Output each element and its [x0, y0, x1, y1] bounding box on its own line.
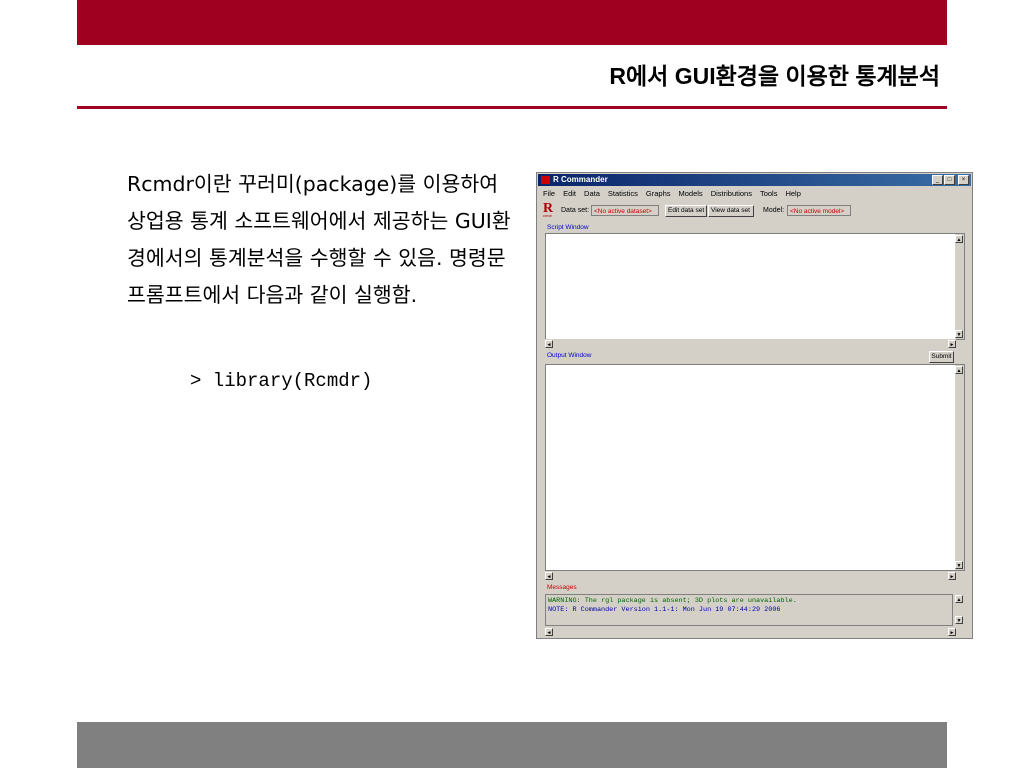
- view-dataset-button[interactable]: View data set: [708, 205, 754, 217]
- menu-statistics[interactable]: Statistics: [608, 189, 638, 198]
- menu-graphs[interactable]: Graphs: [646, 189, 671, 198]
- menu-distributions[interactable]: Distributions: [711, 189, 752, 198]
- rcmdr-logo: R cmdr: [541, 201, 557, 219]
- header-bar: [77, 0, 947, 45]
- messages-window[interactable]: WARNING: The rgl package is absent; 3D p…: [545, 594, 953, 626]
- script-window-label: Script Window: [547, 224, 589, 231]
- menu-data[interactable]: Data: [584, 189, 600, 198]
- r-commander-window: R Commander _ □ × File Edit Data Statist…: [536, 172, 973, 639]
- scroll-right-icon[interactable]: ►: [948, 572, 956, 580]
- model-label: Model:: [763, 207, 785, 214]
- scroll-down-icon[interactable]: ▼: [955, 616, 963, 624]
- messages-horizontal-scrollbar[interactable]: ◄ ►: [545, 627, 956, 637]
- slide-title: R에서 GUI환경을 이용한 통계분석: [609, 63, 940, 89]
- script-vertical-scrollbar[interactable]: ▲ ▼: [955, 234, 964, 339]
- scroll-up-icon[interactable]: ▲: [955, 235, 963, 243]
- dataset-label: Data set:: [561, 207, 590, 214]
- code-example: > library(Rcmdr): [190, 370, 373, 392]
- note-message: NOTE: R Commander Version 1.1-1: Mon Jun…: [548, 606, 781, 614]
- menu-models[interactable]: Models: [679, 189, 703, 198]
- output-window[interactable]: ▲ ▼: [545, 364, 965, 571]
- messages-label: Messages: [547, 584, 577, 591]
- title-divider: [77, 106, 947, 109]
- menu-file[interactable]: File: [543, 189, 555, 198]
- menu-edit[interactable]: Edit: [563, 189, 576, 198]
- edit-dataset-button[interactable]: Edit data set: [665, 205, 707, 217]
- toolbar: R cmdr Data set: <No active dataset> Edi…: [541, 201, 968, 219]
- footer-bar: [77, 722, 947, 768]
- scroll-down-icon[interactable]: ▼: [955, 561, 963, 569]
- slide-body-text: Rcmdr이란 꾸러미(package)를 이용하여 상업용 통계 소프트웨어에…: [127, 172, 511, 307]
- script-horizontal-scrollbar[interactable]: ◄ ►: [545, 339, 956, 349]
- scroll-left-icon[interactable]: ◄: [545, 628, 553, 636]
- menu-tools[interactable]: Tools: [760, 189, 778, 198]
- r-app-icon: [541, 176, 550, 184]
- scroll-left-icon[interactable]: ◄: [545, 340, 553, 348]
- scroll-right-icon[interactable]: ►: [948, 340, 956, 348]
- maximize-button[interactable]: □: [944, 175, 955, 185]
- window-title: R Commander: [553, 175, 608, 184]
- menu-bar: File Edit Data Statistics Graphs Models …: [543, 189, 801, 198]
- output-horizontal-scrollbar[interactable]: ◄ ►: [545, 571, 956, 581]
- logo-subtext: cmdr: [543, 213, 552, 218]
- close-button[interactable]: ×: [958, 175, 969, 185]
- submit-button[interactable]: Submit: [929, 351, 954, 363]
- scroll-up-icon[interactable]: ▲: [955, 595, 963, 603]
- output-vertical-scrollbar[interactable]: ▲ ▼: [955, 365, 964, 570]
- active-dataset-button[interactable]: <No active dataset>: [591, 205, 659, 216]
- warning-message: WARNING: The rgl package is absent; 3D p…: [548, 597, 797, 605]
- window-titlebar[interactable]: R Commander _ □ ×: [538, 174, 971, 186]
- output-window-label: Output Window: [547, 352, 592, 359]
- menu-help[interactable]: Help: [785, 189, 800, 198]
- minimize-button[interactable]: _: [932, 175, 943, 185]
- scroll-right-icon[interactable]: ►: [948, 628, 956, 636]
- scroll-up-icon[interactable]: ▲: [955, 366, 963, 374]
- scroll-left-icon[interactable]: ◄: [545, 572, 553, 580]
- script-window[interactable]: ▲ ▼: [545, 233, 965, 340]
- active-model-button[interactable]: <No active model>: [787, 205, 851, 216]
- scroll-down-icon[interactable]: ▼: [955, 330, 963, 338]
